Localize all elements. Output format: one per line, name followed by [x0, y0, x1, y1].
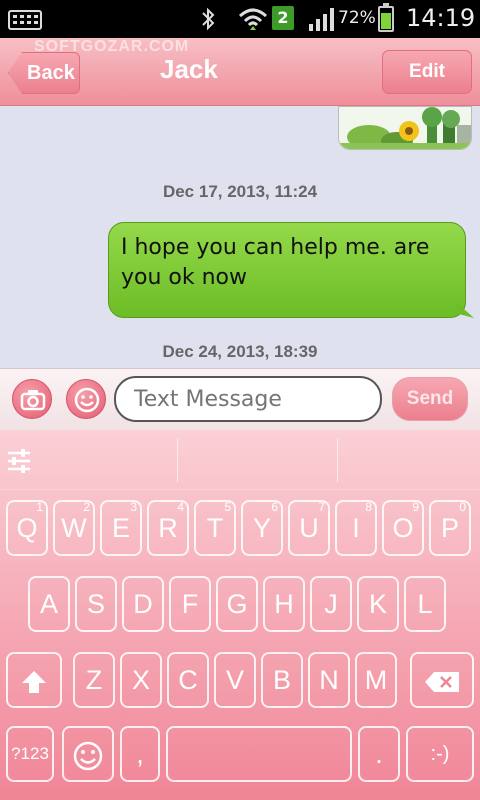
clock: 14:19 — [406, 4, 476, 32]
emoji-key[interactable] — [62, 726, 114, 782]
key-c[interactable]: C — [167, 652, 209, 708]
key-number-hint: 7 — [318, 500, 325, 514]
suggestion-divider — [337, 438, 338, 482]
send-button[interactable]: Send — [392, 377, 468, 421]
key-i[interactable]: I8 — [335, 500, 377, 556]
key-label: I — [352, 513, 360, 543]
key-label: P — [440, 513, 459, 543]
space-key[interactable] — [166, 726, 352, 782]
key-label: U — [299, 513, 319, 543]
key-number-hint: 9 — [412, 500, 419, 514]
battery-fill — [381, 13, 391, 29]
notification-badge: 2 — [272, 6, 294, 30]
key-label: Q — [16, 513, 38, 543]
backspace-icon — [425, 671, 459, 692]
key-l[interactable]: L — [404, 576, 446, 632]
key-t[interactable]: T5 — [194, 500, 236, 556]
key-label: Y — [252, 513, 271, 543]
key-e[interactable]: E3 — [100, 500, 142, 556]
battery-percent: 72% — [338, 8, 376, 28]
smiley-icon — [73, 741, 103, 771]
shift-arrow-icon — [22, 670, 46, 693]
key-k[interactable]: K — [357, 576, 399, 632]
soft-keyboard: Q1W2E3R4T5Y6U7I8O9P0 ASDFGHJKL ZXCVBNM ?… — [0, 430, 480, 800]
key-f[interactable]: F — [169, 576, 211, 632]
key-number-hint: 2 — [83, 500, 90, 514]
back-button[interactable]: Back — [8, 52, 80, 94]
contact-name: Jack — [160, 54, 218, 84]
key-n[interactable]: N — [308, 652, 350, 708]
key-m[interactable]: M — [355, 652, 397, 708]
key-y[interactable]: Y6 — [241, 500, 283, 556]
compose-bar: Send — [0, 368, 480, 430]
message-input[interactable] — [114, 376, 382, 422]
bluetooth-icon — [200, 6, 216, 38]
key-label: W — [61, 513, 87, 543]
smiley-text-key[interactable]: :-) — [406, 726, 474, 782]
key-number-hint: 6 — [271, 500, 278, 514]
sent-message-bubble[interactable]: I hope you can help me. are you ok now — [108, 222, 466, 318]
key-a[interactable]: A — [28, 576, 70, 632]
smiley-icon — [74, 387, 100, 413]
title-bar: SOFTGOZAR.COM Back Jack Edit — [0, 38, 480, 106]
key-r[interactable]: R4 — [147, 500, 189, 556]
key-u[interactable]: U7 — [288, 500, 330, 556]
key-v[interactable]: V — [214, 652, 256, 708]
key-o[interactable]: O9 — [382, 500, 424, 556]
backspace-key[interactable] — [410, 652, 474, 708]
status-bar: 2 72% 14:19 — [0, 0, 480, 38]
attach-camera-button[interactable] — [12, 379, 52, 419]
key-number-hint: 0 — [459, 500, 466, 514]
key-label: T — [206, 513, 224, 543]
emoticon-button[interactable] — [66, 379, 106, 419]
image-message-thumbnail[interactable] — [338, 106, 472, 150]
period-key[interactable]: . — [358, 726, 400, 782]
key-b[interactable]: B — [261, 652, 303, 708]
key-s[interactable]: S — [75, 576, 117, 632]
key-z[interactable]: Z — [73, 652, 115, 708]
message-date: Dec 17, 2013, 11:24 — [162, 182, 318, 201]
key-number-hint: 8 — [365, 500, 372, 514]
key-g[interactable]: G — [216, 576, 258, 632]
key-number-hint: 1 — [36, 500, 43, 514]
key-j[interactable]: J — [310, 576, 352, 632]
shift-key[interactable] — [6, 652, 62, 708]
keyboard-icon — [8, 10, 42, 30]
edit-button[interactable]: Edit — [382, 50, 472, 94]
suggestion-divider — [177, 438, 178, 482]
key-d[interactable]: D — [122, 576, 164, 632]
key-label: E — [111, 513, 130, 543]
keyboard-settings-icon[interactable] — [6, 448, 32, 478]
symbols-key[interactable]: ?123 — [6, 726, 54, 782]
wifi-icon — [238, 6, 268, 36]
key-h[interactable]: H — [263, 576, 305, 632]
key-number-hint: 4 — [177, 500, 184, 514]
keyboard-suggestion-bar — [0, 430, 480, 490]
key-x[interactable]: X — [120, 652, 162, 708]
conversation-area[interactable]: Dec 17, 2013, 11:24 I hope you can help … — [0, 106, 480, 368]
key-w[interactable]: W2 — [53, 500, 95, 556]
key-number-hint: 3 — [130, 500, 137, 514]
camera-icon — [20, 390, 46, 411]
battery-icon — [378, 3, 394, 32]
key-label: R — [158, 513, 178, 543]
key-q[interactable]: Q1 — [6, 500, 48, 556]
message-date: Dec 24, 2013, 18:39 — [162, 342, 318, 361]
signal-icon — [308, 6, 336, 36]
key-label: O — [392, 513, 414, 543]
comma-key[interactable]: , — [120, 726, 160, 782]
key-p[interactable]: P0 — [429, 500, 471, 556]
key-number-hint: 5 — [224, 500, 231, 514]
